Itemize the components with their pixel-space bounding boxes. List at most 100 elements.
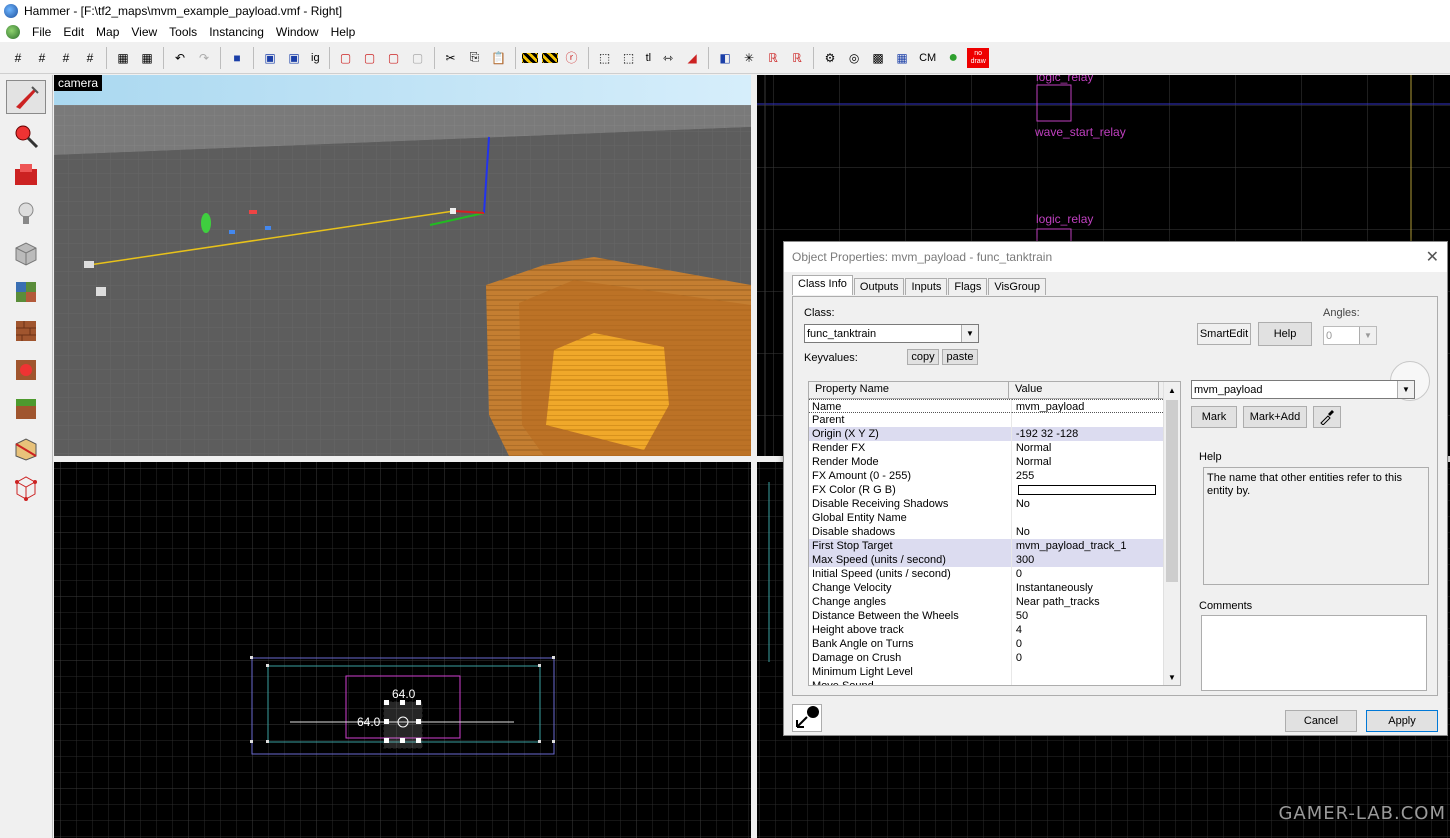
table-row[interactable]: Render Mode Normal xyxy=(809,455,1165,469)
hide-selected-icon[interactable]: ▢ xyxy=(336,48,356,68)
tab-outputs[interactable]: Outputs xyxy=(853,278,905,295)
table-row[interactable]: Initial Speed (units / second) 0 xyxy=(809,567,1165,581)
texture-tool[interactable] xyxy=(6,275,46,309)
green-sphere-icon[interactable]: ● xyxy=(943,48,963,68)
scroll-thumb[interactable] xyxy=(1166,400,1178,582)
document-icon[interactable] xyxy=(6,25,20,39)
mark-button[interactable]: Mark xyxy=(1191,406,1237,428)
chevron-down-icon[interactable]: ▼ xyxy=(1359,327,1376,344)
menu-map[interactable]: Map xyxy=(90,25,125,39)
table-row[interactable]: Global Entity Name xyxy=(809,511,1165,525)
blue-letters-icon[interactable]: ℝ xyxy=(787,48,807,68)
hazard-stripes-2-icon[interactable] xyxy=(541,52,558,63)
class-dropdown[interactable]: func_tanktrain ▼ xyxy=(804,324,979,343)
menu-file[interactable]: File xyxy=(26,25,57,39)
undo-icon[interactable]: ↶ xyxy=(170,48,190,68)
texture-browser-icon[interactable]: ▩ xyxy=(868,48,888,68)
quick-hide-icon[interactable]: ▢ xyxy=(408,48,428,68)
tab-visgroup[interactable]: VisGroup xyxy=(988,278,1046,295)
table-row[interactable]: Parent xyxy=(809,413,1165,427)
copy-button[interactable]: copy xyxy=(907,349,939,365)
apply-button[interactable]: Apply xyxy=(1366,710,1438,732)
grid-smaller-icon[interactable]: # xyxy=(32,48,52,68)
table-row[interactable]: FX Amount (0 - 255) 255 xyxy=(809,469,1165,483)
cancel-button[interactable]: Cancel xyxy=(1285,710,1357,732)
value-dropdown[interactable]: mvm_payload ▼ xyxy=(1191,380,1415,399)
table-row[interactable]: Distance Between the Wheels 50 xyxy=(809,609,1165,623)
ignore-groups-button[interactable]: ig xyxy=(308,48,323,68)
dialog-title-bar[interactable]: Object Properties: mvm_payload - func_ta… xyxy=(784,242,1447,272)
menu-instancing[interactable]: Instancing xyxy=(203,25,270,39)
bounding-box-icon[interactable]: ⬚ xyxy=(595,48,615,68)
selection-tool[interactable] xyxy=(6,80,46,114)
display-models-icon[interactable]: ◧ xyxy=(715,48,735,68)
table-row[interactable]: Disable shadows No xyxy=(809,525,1165,539)
table-row[interactable]: Render FX Normal xyxy=(809,441,1165,455)
menu-edit[interactable]: Edit xyxy=(57,25,90,39)
check-problems-icon[interactable]: ◎ xyxy=(844,48,864,68)
tab-inputs[interactable]: Inputs xyxy=(905,278,948,295)
table-row[interactable]: Move Sound xyxy=(809,679,1165,685)
red-letters-icon[interactable]: ℝ xyxy=(763,48,783,68)
table-row[interactable]: Name mvm_payload xyxy=(809,399,1165,413)
cm-button[interactable]: CM xyxy=(916,48,939,68)
tab-class-info[interactable]: Class Info xyxy=(792,275,853,295)
red-circle-icon[interactable]: ⓡ xyxy=(562,48,582,68)
overlay-tool[interactable] xyxy=(6,392,46,426)
entity-report-icon[interactable]: ⚙ xyxy=(820,48,840,68)
copy-icon[interactable]: ⎘ xyxy=(465,48,485,68)
text-tool-icon[interactable]: tl xyxy=(643,48,655,68)
menu-view[interactable]: View xyxy=(125,25,163,39)
visgroup-icon[interactable]: ▦ xyxy=(892,48,912,68)
column-value[interactable]: Value xyxy=(1009,382,1159,398)
table-row[interactable]: Height above track 4 xyxy=(809,623,1165,637)
table-row[interactable]: First Stop Target mvm_payload_track_1 xyxy=(809,539,1165,553)
vertex-tool[interactable] xyxy=(6,470,46,504)
move-to-entity-button[interactable] xyxy=(792,704,822,732)
table-row[interactable]: Minimum Light Level xyxy=(809,665,1165,679)
chevron-down-icon[interactable]: ▼ xyxy=(1397,381,1414,398)
grid-dots-icon[interactable]: # xyxy=(56,48,76,68)
table-row[interactable]: Disable Receiving Shadows No xyxy=(809,497,1165,511)
entity-tool[interactable] xyxy=(6,197,46,231)
decal-tool[interactable] xyxy=(6,353,46,387)
menu-window[interactable]: Window xyxy=(270,25,325,39)
clipping-tool[interactable] xyxy=(6,431,46,465)
mark-add-button[interactable]: Mark+Add xyxy=(1243,406,1307,428)
table-row[interactable]: Max Speed (units / second) 300 xyxy=(809,553,1165,567)
smartedit-button[interactable]: SmartEdit xyxy=(1197,323,1251,345)
menu-tools[interactable]: Tools xyxy=(163,25,203,39)
table-row[interactable]: Bank Angle on Turns 0 xyxy=(809,637,1165,651)
tab-flags[interactable]: Flags xyxy=(948,278,988,295)
group-icon[interactable]: ▣ xyxy=(260,48,280,68)
redo-icon[interactable]: ↷ xyxy=(194,48,214,68)
arrows-icon[interactable]: ⇿ xyxy=(658,48,678,68)
display-helpers-icon[interactable]: ✳ xyxy=(739,48,759,68)
table-row[interactable]: Origin (X Y Z) -192 32 -128 xyxy=(809,427,1165,441)
chevron-down-icon[interactable]: ▼ xyxy=(961,325,978,342)
table-row[interactable]: Change Velocity Instantaneously xyxy=(809,581,1165,595)
texture-lock-icon[interactable]: ◢ xyxy=(682,48,702,68)
table-row[interactable]: Change angles Near path_tracks xyxy=(809,595,1165,609)
camera-tool[interactable] xyxy=(6,158,46,192)
apply-texture-tool[interactable] xyxy=(6,314,46,348)
unhide-icon[interactable]: ▢ xyxy=(384,48,404,68)
3d-grid-icon[interactable]: ▦ xyxy=(113,48,133,68)
carve-icon[interactable]: ■ xyxy=(227,48,247,68)
snap-grid-icon[interactable]: ▦ xyxy=(137,48,157,68)
grid-larger-icon[interactable]: # xyxy=(80,48,100,68)
hazard-stripes-icon[interactable] xyxy=(521,52,538,63)
block-tool[interactable] xyxy=(6,236,46,270)
close-icon[interactable]: ✕ xyxy=(1426,247,1439,267)
magnify-tool[interactable] xyxy=(6,119,46,153)
ungroup-icon[interactable]: ▣ xyxy=(284,48,304,68)
eyedropper-icon[interactable] xyxy=(1313,406,1341,428)
grid-toggle-icon[interactable]: # xyxy=(8,48,28,68)
angles-dropdown[interactable]: 0 ▼ xyxy=(1323,326,1377,345)
hide-unselected-icon[interactable]: ▢ xyxy=(360,48,380,68)
bottom-left-2d-viewport[interactable]: 64.0 64.0 xyxy=(54,462,751,838)
table-row[interactable]: Damage on Crush 0 xyxy=(809,651,1165,665)
paste-button[interactable]: paste xyxy=(942,349,978,365)
table-scrollbar[interactable]: ▲ ▼ xyxy=(1163,382,1180,685)
comments-textarea[interactable] xyxy=(1201,615,1427,691)
